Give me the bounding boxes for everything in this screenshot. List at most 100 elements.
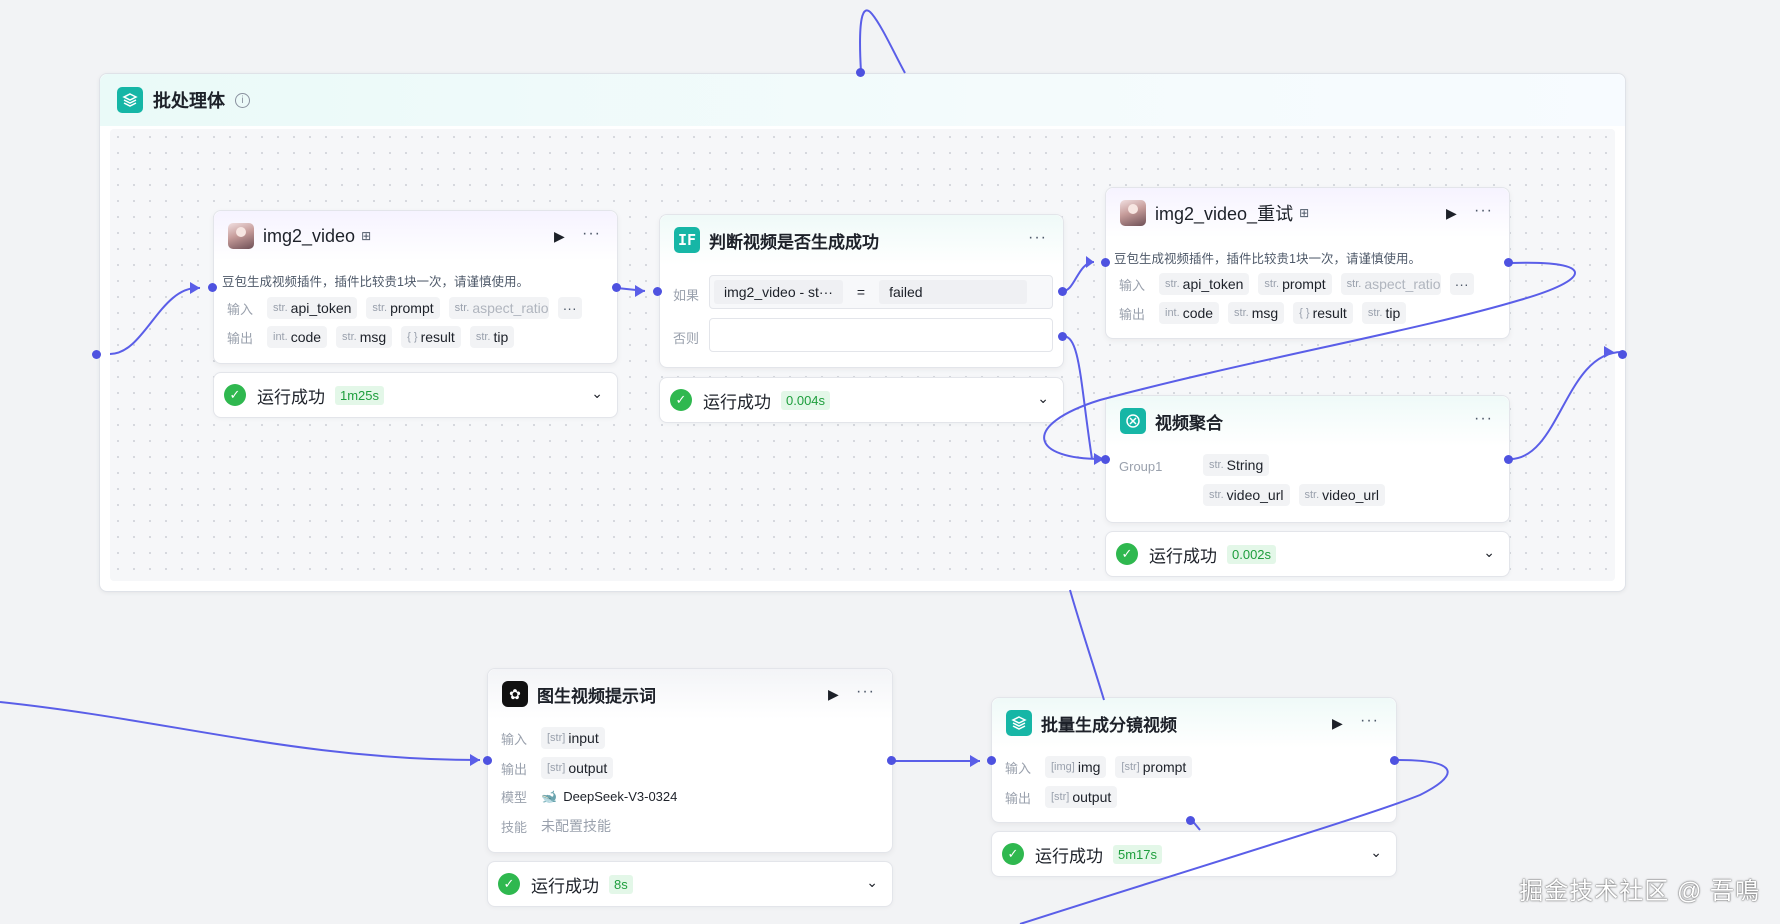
condition-left-operand[interactable]: img2_video - st··· xyxy=(714,280,843,304)
condition-box[interactable]: img2_video - st··· = failed xyxy=(709,275,1053,309)
more-icon[interactable]: ··· xyxy=(582,225,601,243)
run-button[interactable]: ▶ xyxy=(1332,715,1343,732)
chevron-down-icon[interactable]: ⌄ xyxy=(1370,844,1382,861)
more-icon[interactable]: ··· xyxy=(1474,202,1493,220)
input-param: str. aspect_ratio xyxy=(448,297,549,319)
port-node3-out[interactable] xyxy=(1504,258,1513,267)
else-box[interactable] xyxy=(709,318,1053,352)
more-icon[interactable]: ··· xyxy=(856,683,875,701)
node-condition[interactable]: IF 判断视频是否生成成功 ··· 如果 img2_video - st··· … xyxy=(659,214,1064,368)
skill-label: 技能 xyxy=(501,819,528,835)
output-label: 输出 xyxy=(1005,790,1032,806)
more-params-icon[interactable]: ··· xyxy=(1449,273,1474,295)
port-node1-out[interactable] xyxy=(612,283,621,292)
wire-top-loop xyxy=(859,9,906,74)
node1-status-bar[interactable]: ✓ 运行成功 1m25s ⌄ xyxy=(213,372,618,418)
more-params-icon[interactable]: ··· xyxy=(557,297,582,319)
port-group-in[interactable] xyxy=(92,350,101,359)
batch-group-header[interactable]: 批处理体 i xyxy=(100,74,1625,126)
port-node6-out[interactable] xyxy=(1390,756,1399,765)
port-node5-out[interactable] xyxy=(887,756,896,765)
port-group-out[interactable] xyxy=(1618,350,1627,359)
port-node3-in[interactable] xyxy=(1101,258,1110,267)
model-row: 模型 🐋 DeepSeek-V3-0324 xyxy=(501,787,677,806)
plugin-icon: ⊞ xyxy=(1299,206,1310,220)
node-title: 视频聚合 xyxy=(1155,413,1223,433)
node2-status-bar[interactable]: ✓ 运行成功 0.004s ⌄ xyxy=(659,377,1064,423)
node-title: 判断视频是否生成成功 xyxy=(709,232,879,252)
input-param: [str] input xyxy=(541,727,605,749)
input-label: 输入 xyxy=(1119,277,1146,293)
node4-status-bar[interactable]: ✓ 运行成功 0.002s ⌄ xyxy=(1105,531,1510,577)
chevron-down-icon[interactable]: ⌄ xyxy=(866,874,878,891)
node-description: 豆包生成视频插件，插件比较贵1块一次，请谨慎使用。 xyxy=(222,275,529,289)
success-check-icon: ✓ xyxy=(224,384,246,406)
group-var-param: str. video_url xyxy=(1298,484,1385,506)
port-node6-in[interactable] xyxy=(987,756,996,765)
duration-badge: 0.002s xyxy=(1227,544,1277,564)
port-node2-else-out[interactable] xyxy=(1058,332,1067,341)
output-label: 输出 xyxy=(501,761,528,777)
node-img2-video-retry[interactable]: img2_video_重试 ⊞ ▶ ··· 豆包生成视频插件，插件比较贵1块一次… xyxy=(1105,187,1510,339)
output-param: [str] output xyxy=(541,757,614,779)
success-check-icon: ✓ xyxy=(670,389,692,411)
node-batch-storyboard-video[interactable]: 批量生成分镜视频 ▶ ··· 输入 [img] img [str] prompt 输… xyxy=(991,697,1397,823)
output-row: 输出 [str] output xyxy=(1005,786,1126,808)
port-top[interactable] xyxy=(856,68,865,77)
input-param: str. api_token xyxy=(267,297,358,319)
plugin-avatar-icon xyxy=(228,223,254,249)
wire-left-in-to-node5 xyxy=(0,701,481,761)
group-type-param: str. String xyxy=(1203,454,1270,476)
run-button[interactable]: ▶ xyxy=(828,686,839,703)
plugin-avatar-icon xyxy=(1120,200,1146,226)
group-type-row: str. String xyxy=(1203,454,1278,476)
output-param: { } result xyxy=(401,326,461,348)
port-node1-in[interactable] xyxy=(208,283,217,292)
else-label: 否则 xyxy=(673,331,700,346)
layers-icon xyxy=(117,87,143,113)
plugin-icon: ⊞ xyxy=(361,229,372,243)
output-row: 输出 int. code str. msg { } result str. tip xyxy=(227,326,523,348)
node-video-aggregate[interactable]: 视频聚合 ··· Group1 str. String str. video_url… xyxy=(1105,395,1510,523)
duration-badge: 1m25s xyxy=(335,385,385,405)
output-label: 输出 xyxy=(227,330,254,346)
node-img2-video[interactable]: img2_video ⊞ ▶ ··· 豆包生成视频插件，插件比较贵1块一次，请谨… xyxy=(213,210,618,364)
condition-right-operand[interactable]: failed xyxy=(879,280,1028,304)
deepseek-icon: 🐋 xyxy=(541,788,558,804)
port-node2-in[interactable] xyxy=(653,287,662,296)
if-label: 如果 xyxy=(673,288,700,303)
more-icon[interactable]: ··· xyxy=(1360,712,1379,730)
llm-icon: ✿ xyxy=(502,681,528,707)
chevron-down-icon[interactable]: ⌄ xyxy=(1483,544,1495,561)
output-param: str. msg xyxy=(1228,302,1285,324)
input-row: 输入 [str] input xyxy=(501,727,614,749)
input-label: 输入 xyxy=(1005,760,1032,776)
input-label: 输入 xyxy=(501,731,528,747)
run-button[interactable]: ▶ xyxy=(554,228,565,245)
node-image-video-prompt[interactable]: ✿ 图生视频提示词 ▶ ··· 输入 [str] input 输出 [str] ou… xyxy=(487,668,893,853)
port-node4-in[interactable] xyxy=(1101,455,1110,464)
chevron-down-icon[interactable]: ⌄ xyxy=(591,385,603,402)
wire-group-to-node6 xyxy=(1069,589,1105,701)
more-icon[interactable]: ··· xyxy=(1474,410,1493,428)
model-label: 模型 xyxy=(501,790,528,805)
more-icon[interactable]: ··· xyxy=(1028,229,1047,247)
condition-operator[interactable]: = xyxy=(857,284,865,300)
group-label: Group1 xyxy=(1119,459,1163,474)
skill-value: 未配置技能 xyxy=(541,818,611,834)
chevron-down-icon[interactable]: ⌄ xyxy=(1037,390,1049,407)
port-node6-bottom[interactable] xyxy=(1186,816,1195,825)
port-node2-if-out[interactable] xyxy=(1058,287,1067,296)
node-title: img2_video xyxy=(263,225,356,246)
node5-status-bar[interactable]: ✓ 运行成功 8s ⌄ xyxy=(487,861,893,907)
node6-status-bar[interactable]: ✓ 运行成功 5m17s ⌄ xyxy=(991,831,1397,877)
node-title: 批量生成分镜视频 xyxy=(1041,715,1177,735)
port-node4-out[interactable] xyxy=(1504,455,1513,464)
model-name: DeepSeek-V3-0324 xyxy=(563,789,678,804)
output-param: str. tip xyxy=(1361,302,1407,324)
output-param: { } result xyxy=(1293,302,1353,324)
port-node5-in[interactable] xyxy=(483,756,492,765)
info-icon[interactable]: i xyxy=(235,92,250,108)
duration-badge: 0.004s xyxy=(781,390,831,410)
run-button[interactable]: ▶ xyxy=(1446,205,1457,222)
